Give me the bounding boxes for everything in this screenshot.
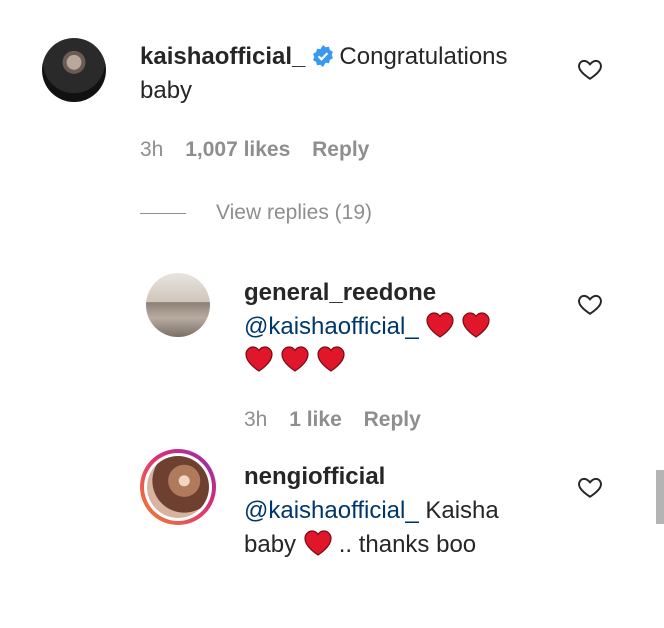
view-replies-divider [140,213,186,214]
comment-3-text-2a: baby [244,531,297,558]
red-heart-emoji [462,312,490,338]
avatar-general-reedone[interactable] [146,273,210,337]
comment-3-line-2: baby .. thanks boo [244,528,476,562]
like-heart-icon[interactable] [577,56,603,82]
comment-2-time[interactable]: 3h [244,408,267,431]
comment-2-line-1: @kaishaofficial_ [244,310,497,344]
like-heart-icon[interactable] [577,474,603,500]
comment-1-text: Congratulations [339,43,508,70]
avatar-nengiofficial [147,456,209,518]
comment-1-line-1: kaishaofficial_ Congratulations [140,40,508,74]
comment-2-hearts-line-1 [425,312,497,340]
avatar-nengiofficial-story-ring[interactable] [140,449,216,525]
comment-3-username-text[interactable]: nengiofficial [244,463,385,490]
comment-3-text-2b: .. thanks boo [338,531,477,558]
red-heart-emoji [317,346,345,372]
comment-2-reply-button[interactable]: Reply [364,408,421,431]
like-heart-icon[interactable] [577,291,603,317]
comment-1-username[interactable]: kaishaofficial_ [140,43,305,70]
comment-3-mention[interactable]: @kaishaofficial_ [244,497,419,524]
comment-3-text: Kaisha [425,497,499,524]
comment-2-meta: 3h 1 like Reply [244,408,421,432]
red-heart-emoji [426,312,454,338]
avatar-kaishaofficial[interactable] [42,38,106,102]
red-heart-emoji [281,346,309,372]
comment-3-username: nengiofficial [244,460,385,494]
view-replies-button[interactable]: View replies (19) [216,201,372,225]
verified-badge-icon [313,45,334,67]
comment-1-likes[interactable]: 1,007 likes [185,138,290,161]
red-heart-emoji [304,530,332,556]
comment-2-username: general_reedone [244,276,436,310]
comment-1-text-line-2: baby [140,77,193,104]
comment-2-mention[interactable]: @kaishaofficial_ [244,313,419,340]
comment-2-likes[interactable]: 1 like [289,408,342,431]
comment-1-time[interactable]: 3h [140,138,163,161]
comment-2-hearts-line-2 [244,344,352,378]
comment-1-reply-button[interactable]: Reply [312,138,369,161]
comment-1-meta: 3h 1,007 likes Reply [140,138,369,162]
comment-2-username-text[interactable]: general_reedone [244,279,436,306]
scrollbar-thumb[interactable] [656,470,664,524]
red-heart-emoji [245,346,273,372]
comment-3-line-1: @kaishaofficial_ Kaisha [244,494,499,528]
